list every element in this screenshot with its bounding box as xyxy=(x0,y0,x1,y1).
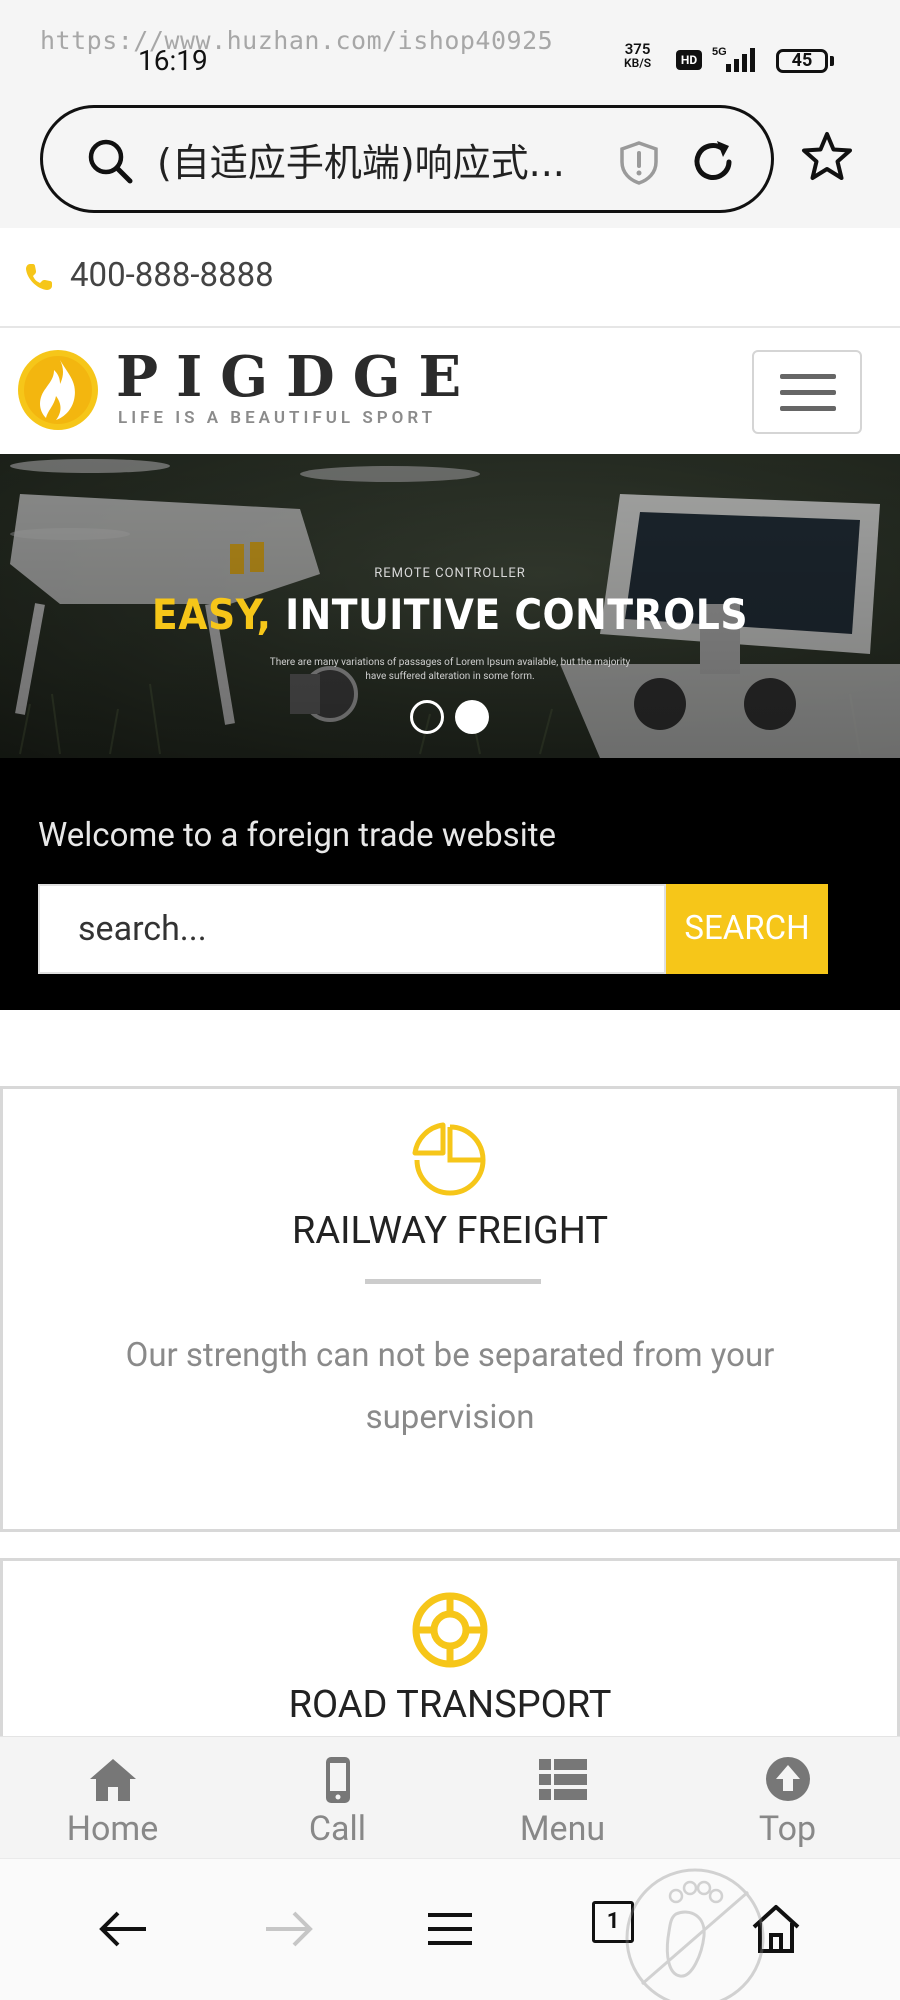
service-description: Our strength can not be separated from y… xyxy=(125,1336,775,1437)
back-arrow-icon[interactable] xyxy=(94,1899,154,1959)
nav-label: Menu xyxy=(519,1809,606,1849)
service-title: RAILWAY FREIGHT xyxy=(291,1209,609,1253)
page: https://www.huzhan.com/ishop40925 16:19 … xyxy=(0,0,900,2000)
network-type-label: 5G xyxy=(712,46,727,58)
nav-top[interactable]: Top xyxy=(675,1737,900,1859)
network-speed: 375 KB/S xyxy=(624,42,651,70)
slider-dot-2-active[interactable] xyxy=(455,700,489,734)
network-speed-unit: KB/S xyxy=(624,56,652,70)
hero-title-rest: INTUITIVE CONTROLS xyxy=(271,590,749,639)
url-field[interactable]: (自适应手机端)响应式... xyxy=(40,105,774,213)
hamburger-bar xyxy=(780,374,836,379)
nav-menu[interactable]: Menu xyxy=(450,1737,675,1859)
phone-icon xyxy=(26,264,52,290)
watermark-text: https://www.huzhan.com/ishop40925 xyxy=(40,26,554,55)
footprint-watermark-icon xyxy=(625,1868,765,2000)
search-icon xyxy=(88,139,133,184)
hero-kicker: REMOTE CONTROLLER xyxy=(374,566,526,581)
lifebuoy-icon xyxy=(412,1592,488,1668)
shield-icon[interactable] xyxy=(617,140,661,186)
nav-label: Call xyxy=(308,1809,367,1849)
title-divider xyxy=(365,1279,541,1284)
hero-description: There are many variations of passages of… xyxy=(0,656,900,684)
welcome-text: Welcome to a foreign trade website xyxy=(38,816,557,855)
status-bar: https://www.huzhan.com/ishop40925 16:19 … xyxy=(0,0,900,100)
mobile-phone-icon xyxy=(326,1757,350,1803)
status-time: 16:19 xyxy=(138,44,208,77)
nav-label: Top xyxy=(758,1809,817,1849)
service-card-railway[interactable]: RAILWAY FREIGHT Our strength can not be … xyxy=(0,1086,900,1532)
battery-tip xyxy=(830,56,834,66)
hero-description-line: There are many variations of passages of… xyxy=(269,657,631,668)
search-button[interactable]: SEARCH xyxy=(666,884,828,974)
hamburger-bar xyxy=(780,406,836,411)
bookmark-star-icon[interactable] xyxy=(800,130,854,184)
hero-description-line: have suffered alteration in some form. xyxy=(365,671,535,682)
phone-number[interactable]: 400-888-8888 xyxy=(70,256,274,295)
list-icon xyxy=(539,1759,587,1800)
arrow-up-circle-icon xyxy=(766,1757,810,1801)
forward-arrow-icon[interactable] xyxy=(258,1899,318,1959)
hero-slider[interactable]: REMOTE CONTROLLER EASY, INTUITIVE CONTRO… xyxy=(0,454,900,758)
bottom-nav-bar: Home Call Menu Top xyxy=(0,1736,900,1858)
signal-5g-icon: 5G xyxy=(712,46,755,72)
welcome-search-section: Welcome to a foreign trade website searc… xyxy=(0,758,900,1010)
nav-label: Home xyxy=(66,1809,159,1849)
nav-home[interactable]: Home xyxy=(0,1737,225,1859)
hd-badge: HD xyxy=(676,50,702,70)
site-header: PIGDGE LIFE IS A BEAUTIFUL SPORT xyxy=(0,330,900,454)
network-speed-value: 375 xyxy=(624,40,651,58)
slider-dot-1[interactable] xyxy=(410,700,444,734)
logo-tagline: LIFE IS A BEAUTIFUL SPORT xyxy=(118,408,437,428)
nav-call[interactable]: Call xyxy=(225,1737,450,1859)
hero-title-accent: EASY, xyxy=(151,590,272,639)
reload-icon[interactable] xyxy=(687,136,739,188)
flame-logo-icon[interactable] xyxy=(16,348,100,432)
home-icon xyxy=(90,1759,136,1801)
hero-title: EASY, INTUITIVE CONTROLS xyxy=(0,590,900,639)
logo-wordmark[interactable]: PIGDGE xyxy=(116,344,479,410)
hamburger-bar xyxy=(780,390,836,395)
url-text: (自适应手机端)响应式... xyxy=(157,141,565,185)
battery-indicator: 45 xyxy=(776,49,828,73)
pie-chart-icon xyxy=(412,1122,486,1196)
hamburger-menu-button[interactable] xyxy=(752,350,862,434)
contact-topbar: 400-888-8888 xyxy=(0,228,900,328)
search-input[interactable]: search... xyxy=(38,884,666,974)
menu-lines-icon[interactable] xyxy=(420,1899,480,1959)
service-title: ROAD TRANSPORT xyxy=(288,1683,612,1727)
browser-address-bar: (自适应手机端)响应式... xyxy=(0,100,900,228)
